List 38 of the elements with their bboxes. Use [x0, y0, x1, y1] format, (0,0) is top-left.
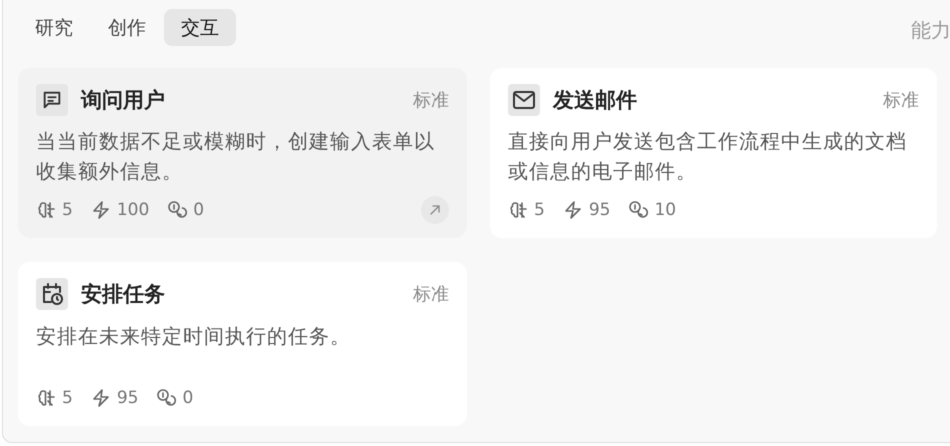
card-title: 安排任务 — [81, 281, 166, 308]
arrow-icon — [429, 204, 441, 216]
card-description: 直接向用户发送包含工作流程中生成的文档或信息的电子邮件。 — [508, 128, 908, 186]
tab[interactable]: 研究 — [18, 9, 90, 46]
stat-value: 5 — [62, 388, 73, 408]
stat-value: 0 — [193, 200, 204, 220]
skill-card[interactable]: 发送邮件 标准 直接向用户发送包含工作流程中生成的文档或信息的电子邮件。 5 95 10 — [490, 68, 937, 238]
tab[interactable]: 交互 — [164, 9, 236, 46]
stat-value: 5 — [62, 200, 73, 220]
stat-value: 100 — [116, 200, 150, 220]
card-title: 发送邮件 — [553, 86, 638, 114]
tier-label: 标准 — [413, 283, 449, 306]
stat-value: 5 — [534, 200, 545, 220]
open-button[interactable] — [421, 196, 449, 224]
stat-value: 95 — [116, 388, 138, 408]
coins-icon — [156, 388, 176, 408]
lightning-icon — [90, 388, 111, 408]
lightning-icon — [90, 200, 111, 220]
card-title: 询问用户 — [81, 86, 166, 114]
brain-icon — [36, 200, 56, 220]
stat-value: 0 — [182, 388, 194, 408]
card-description: 安排在未来特定时间执行的任务。 — [36, 323, 352, 350]
stat-value: 10 — [654, 200, 676, 220]
tier-label: 标准 — [883, 88, 919, 112]
brain-icon — [508, 200, 528, 220]
skill-card[interactable]: 安排任务 标准 安排在未来特定时间执行的任务。 5 95 0 — [18, 262, 467, 426]
brain-icon — [36, 388, 56, 408]
lightning-icon — [562, 200, 583, 220]
stat-value: 95 — [588, 200, 610, 220]
skill-card[interactable]: 询问用户 标准 当当前数据不足或模糊时，创建输入表单以收集额外信息。 5 100 0 — [18, 68, 467, 238]
card-description: 当当前数据不足或模糊时，创建输入表单以收集额外信息。 — [36, 128, 436, 185]
coins-icon — [628, 200, 648, 220]
coins-icon — [167, 200, 188, 220]
tab[interactable]: 创作 — [91, 9, 163, 46]
calendar-clock-icon — [40, 282, 64, 306]
mail-icon — [512, 88, 536, 111]
tier-label: 标准 — [413, 88, 449, 112]
section-label: 能力 — [911, 17, 950, 44]
